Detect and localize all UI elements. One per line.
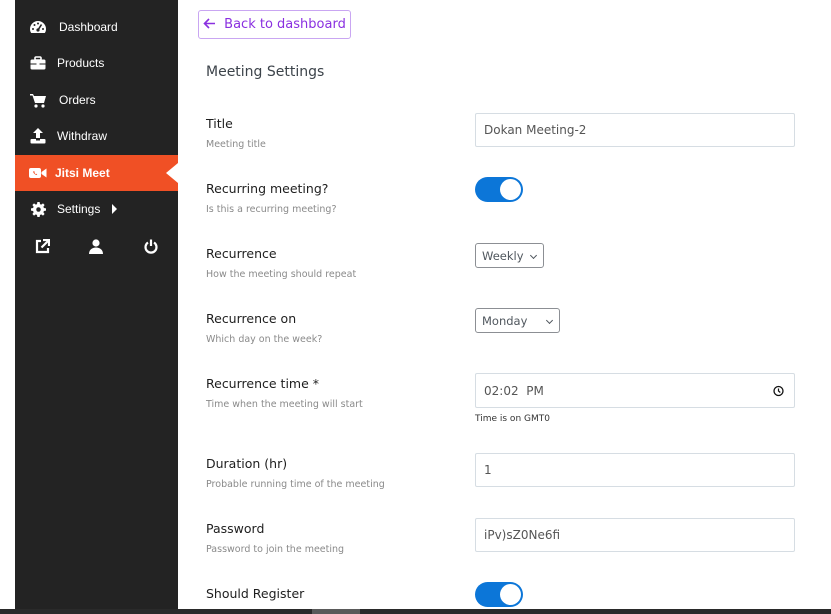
- recurrence-selected-value: Weekly: [482, 248, 524, 263]
- duration-label: Duration (hr): [206, 456, 288, 471]
- back-button-label: Back to dashboard: [224, 17, 346, 32]
- sidebar-item-orders[interactable]: Orders: [15, 82, 178, 118]
- back-to-dashboard-button[interactable]: Back to dashboard: [198, 10, 351, 39]
- gear-icon: [29, 201, 47, 217]
- title-label: Title: [206, 116, 233, 131]
- recurrence-on-description: Which day on the week?: [206, 334, 323, 345]
- duration-input-value: 1: [484, 463, 492, 477]
- sidebar-item-dashboard[interactable]: Dashboard: [15, 9, 178, 45]
- clock-icon[interactable]: [773, 385, 784, 396]
- chevron-down-icon: [545, 316, 554, 324]
- scrollbar-thumb[interactable]: [312, 609, 360, 614]
- sidebar-item-products[interactable]: Products: [15, 45, 178, 81]
- password-label: Password: [206, 521, 265, 536]
- user-icon[interactable]: [86, 236, 106, 256]
- should-register-label: Should Register: [206, 586, 305, 601]
- power-icon[interactable]: [141, 236, 161, 256]
- password-input[interactable]: iPv)sZ0Ne6fi: [475, 518, 795, 552]
- dashboard-gauge-icon: [29, 19, 47, 35]
- briefcase-icon: [29, 55, 47, 71]
- sidebar: Dashboard Products Orders Withdraw Jitsi…: [15, 0, 178, 609]
- timezone-hint: Time is on GMT0: [475, 414, 550, 424]
- toggle-knob: [500, 584, 521, 605]
- duration-input[interactable]: 1: [475, 453, 795, 487]
- password-description: Password to join the meeting: [206, 544, 345, 555]
- sidebar-item-withdraw[interactable]: Withdraw: [15, 118, 178, 154]
- sidebar-item-label: Orders: [59, 93, 96, 107]
- recurrence-select[interactable]: Weekly: [475, 243, 544, 268]
- should-register-toggle[interactable]: [475, 582, 523, 607]
- sidebar-footer: [15, 232, 178, 260]
- sidebar-item-settings[interactable]: Settings: [15, 191, 178, 227]
- sidebar-item-jitsi-meet[interactable]: Jitsi Meet: [15, 155, 178, 191]
- title-description: Meeting title: [206, 139, 266, 150]
- recurrence-description: How the meeting should repeat: [206, 269, 357, 280]
- toggle-knob: [500, 179, 521, 200]
- sidebar-item-label: Jitsi Meet: [55, 166, 110, 180]
- sidebar-item-label: Products: [57, 56, 105, 70]
- shopping-cart-icon: [29, 92, 47, 108]
- video-camera-icon: [29, 165, 47, 181]
- horizontal-scrollbar[interactable]: [0, 609, 831, 614]
- caret-right-icon: [112, 204, 117, 214]
- recurring-toggle[interactable]: [475, 177, 523, 202]
- duration-description: Probable running time of the meeting: [206, 479, 385, 490]
- recurring-description: Is this a recurring meeting?: [206, 204, 337, 215]
- external-link-icon[interactable]: [32, 236, 52, 256]
- title-input[interactable]: Dokan Meeting-2: [475, 113, 795, 147]
- recurrence-time-label: Recurrence time *: [206, 376, 320, 391]
- recurrence-on-label: Recurrence on: [206, 311, 297, 326]
- sidebar-item-label: Dashboard: [59, 20, 118, 34]
- password-input-value: iPv)sZ0Ne6fi: [484, 528, 561, 542]
- sidebar-item-label: Settings: [57, 202, 101, 216]
- recurrence-on-selected-value: Monday: [482, 313, 528, 328]
- recurrence-on-select[interactable]: Monday: [475, 308, 560, 333]
- sidebar-item-label: Withdraw: [57, 129, 108, 143]
- upload-icon: [29, 128, 47, 144]
- recurrence-time-input[interactable]: 02:02 PM: [475, 373, 795, 408]
- recurring-label: Recurring meeting?: [206, 181, 329, 196]
- recurrence-time-value: 02:02 PM: [484, 383, 544, 398]
- chevron-down-icon: [529, 251, 538, 259]
- recurrence-label: Recurrence: [206, 246, 277, 261]
- arrow-left-icon: [203, 17, 216, 32]
- page-title: Meeting Settings: [206, 64, 325, 80]
- title-input-value: Dokan Meeting-2: [484, 123, 587, 137]
- recurrence-time-description: Time when the meeting will start: [206, 399, 363, 410]
